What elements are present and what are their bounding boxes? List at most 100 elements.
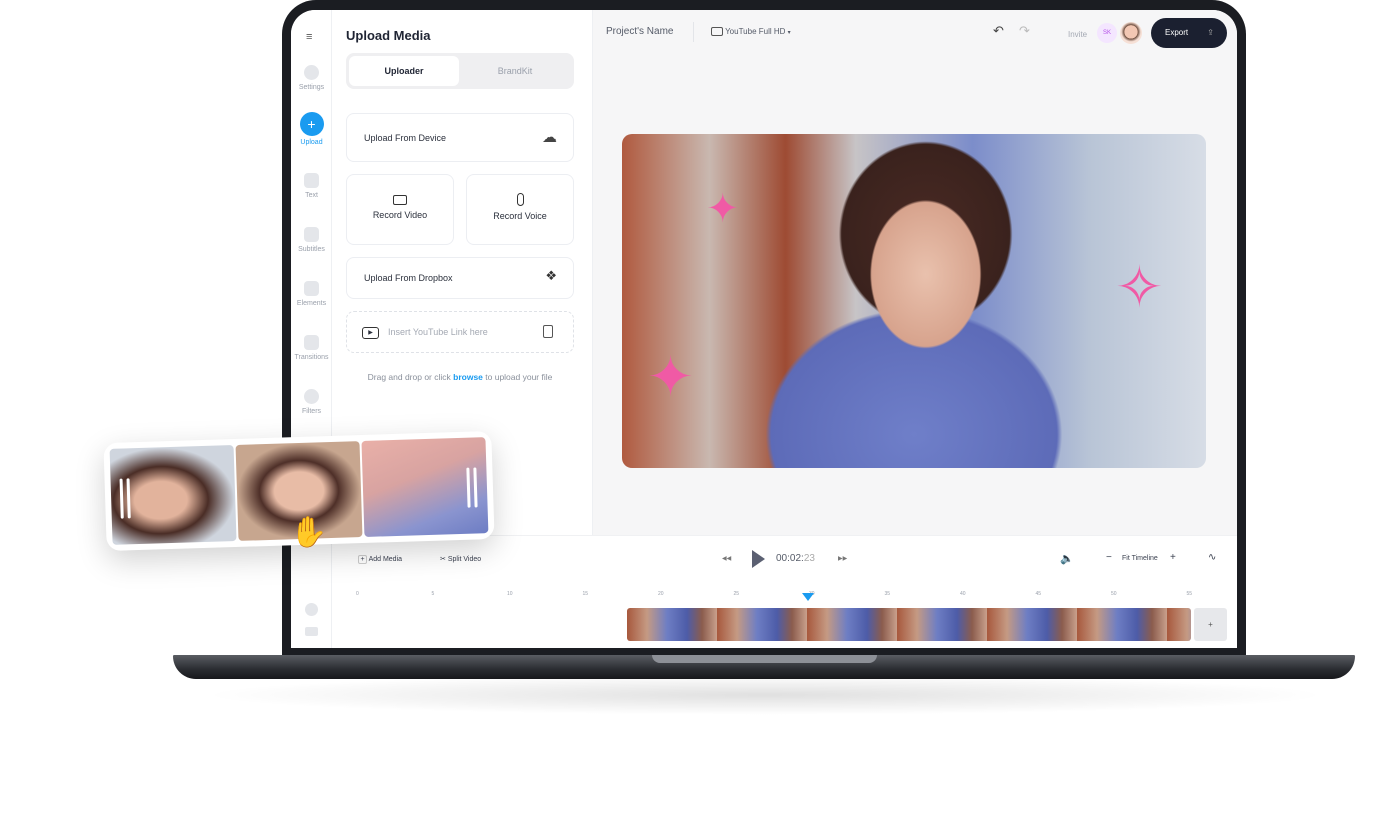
add-media-label: Add Media	[368, 556, 403, 563]
laptop-shadow	[200, 675, 1330, 715]
sidebar-item-filters[interactable]: Filters	[291, 389, 332, 415]
divider	[693, 22, 694, 42]
timeline-area: + Add Media ✂ Split Video ◀◀ 00:02:23 ▶▶…	[332, 535, 1237, 648]
tab-brandkit[interactable]: BrandKit	[460, 56, 570, 86]
tab-uploader[interactable]: Uploader	[349, 56, 459, 86]
split-video-button[interactable]: ✂ Split Video	[440, 555, 481, 563]
split-video-label: Split Video	[447, 556, 482, 563]
text-icon	[304, 173, 319, 188]
dropbox-label: Upload From Dropbox	[364, 273, 453, 283]
rewind-icon[interactable]: ◀◀	[722, 555, 731, 562]
video-format-icon	[711, 27, 723, 37]
share-upload-icon: ⇪	[1207, 28, 1214, 37]
app-screen: ≡ Settings + Upload Text Subtitles Elements Tr…	[291, 10, 1237, 648]
redo-icon[interactable]: ↷	[1019, 23, 1030, 39]
youtube-icon: ▶	[362, 327, 379, 339]
avatar-sk[interactable]: SK	[1097, 23, 1117, 43]
panel-title: Upload Media	[346, 28, 431, 43]
hamburger-icon[interactable]: ≡	[306, 32, 316, 43]
elements-icon	[304, 281, 319, 296]
subtitles-icon	[304, 227, 319, 242]
volume-icon[interactable]: 🔈	[1060, 552, 1074, 565]
ruler-tick-label: 15	[582, 591, 589, 597]
transitions-icon	[304, 335, 319, 350]
project-name[interactable]: Project's Name	[606, 26, 674, 37]
plus-icon: +	[358, 555, 367, 564]
upload-from-device-button[interactable]: Upload From Device ☁	[346, 113, 574, 162]
ruler-tick-label: 55	[1186, 591, 1193, 597]
sidebar-item-label: Subtitles	[298, 246, 325, 253]
tab-bar: Uploader BrandKit	[346, 53, 574, 89]
sidebar-item-label: Transitions	[294, 354, 329, 361]
hint-text: Drag and drop or click	[367, 372, 454, 382]
upload-from-dropbox-button[interactable]: Upload From Dropbox ❖	[346, 257, 574, 299]
sidebar: ≡ Settings + Upload Text Subtitles Elements Tr…	[291, 10, 332, 648]
chevron-down-icon: ▾	[787, 30, 791, 36]
zoom-out-button[interactable]: −	[1106, 552, 1112, 563]
video-track-clip[interactable]	[627, 608, 1191, 641]
play-button[interactable]	[752, 550, 765, 568]
zoom-in-button[interactable]: +	[1170, 552, 1176, 563]
format-dropdown[interactable]: YouTube Full HD ▾	[711, 27, 791, 37]
fit-timeline-button[interactable]: Fit Timeline	[1122, 555, 1158, 562]
youtube-link-input[interactable]: ▶ Insert YouTube Link here	[346, 311, 574, 353]
ruler-tick-label: 25	[733, 591, 740, 597]
filters-icon	[304, 389, 319, 404]
grab-hand-cursor-icon: ✋	[290, 516, 328, 549]
hint-text-end: to upload your file	[482, 372, 553, 382]
sidebar-item-settings[interactable]: Settings	[291, 65, 332, 91]
laptop-notch	[652, 655, 877, 663]
youtube-placeholder: Insert YouTube Link here	[388, 327, 488, 337]
export-button[interactable]: Export ⇪	[1151, 18, 1227, 48]
ruler-tick-label: 40	[960, 591, 966, 597]
sidebar-item-label: Filters	[301, 408, 322, 415]
plus-icon: +	[299, 112, 324, 136]
browse-link[interactable]: browse	[453, 372, 483, 382]
sidebar-item-label: Elements	[296, 300, 327, 307]
avatar-photo[interactable]	[1120, 22, 1142, 44]
ruler-tick-label: 20	[658, 591, 664, 597]
ruler-tick-label: 0	[356, 591, 359, 597]
sparkle-sticker[interactable]: ✧	[1115, 259, 1164, 317]
sidebar-item-subtitles[interactable]: Subtitles	[291, 227, 332, 253]
time-display: 00:02:23	[776, 553, 815, 564]
sidebar-item-label: Upload	[300, 139, 323, 146]
sidebar-item-elements[interactable]: Elements	[291, 281, 332, 307]
clipboard-icon[interactable]	[543, 325, 553, 338]
fast-forward-icon[interactable]: ▶▶	[838, 555, 847, 562]
microphone-icon	[516, 193, 524, 206]
record-video-button[interactable]: Record Video	[346, 174, 454, 245]
record-video-label: Record Video	[372, 210, 428, 220]
waveform-icon[interactable]: ∿	[1208, 552, 1216, 563]
dropbox-icon: ❖	[545, 268, 557, 283]
add-media-button[interactable]: + Add Media	[358, 555, 402, 564]
time-frames: 23	[803, 553, 815, 564]
playhead[interactable]	[802, 593, 814, 601]
export-label: Export	[1165, 28, 1189, 37]
time-main: 00:02:	[776, 553, 804, 564]
sparkle-sticker[interactable]: ✦	[706, 189, 740, 229]
ruler-tick-label: 45	[1035, 591, 1042, 597]
undo-icon[interactable]: ↶	[993, 23, 1004, 39]
ruler-tick-label: 10	[507, 591, 513, 597]
sparkle-sticker[interactable]: ✦	[647, 349, 694, 405]
video-preview[interactable]: ✦ ✧ ✦	[622, 134, 1206, 468]
add-track-button[interactable]: +	[1194, 608, 1227, 641]
sidebar-item-text[interactable]: Text	[291, 173, 332, 199]
upload-device-label: Upload From Device	[364, 133, 447, 143]
sidebar-item-label: Settings	[298, 84, 325, 91]
scissors-icon: ✂	[440, 556, 446, 563]
keyboard-icon[interactable]	[305, 627, 318, 636]
camera-icon	[393, 195, 407, 205]
record-voice-button[interactable]: Record Voice	[466, 174, 574, 245]
ruler-tick-label: 35	[884, 591, 891, 597]
sidebar-item-upload[interactable]: + Upload	[291, 112, 332, 146]
sidebar-item-transitions[interactable]: Transitions	[291, 335, 332, 361]
invite-button[interactable]: Invite	[1068, 30, 1087, 39]
help-icon[interactable]	[305, 603, 318, 616]
cloud-upload-icon: ☁	[542, 129, 557, 146]
format-label: YouTube Full HD	[725, 27, 786, 36]
drag-drop-hint: Drag and drop or click browse to upload …	[346, 372, 574, 382]
record-voice-label: Record Voice	[493, 211, 547, 221]
hexagon-icon	[304, 65, 319, 80]
